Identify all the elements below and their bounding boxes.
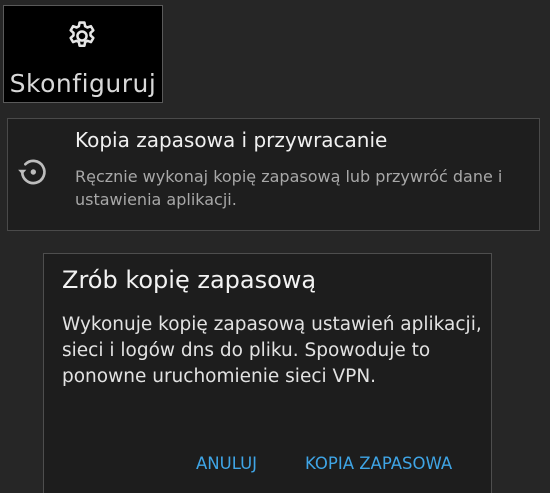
configure-label: Skonfiguruj <box>9 69 157 98</box>
cancel-button[interactable]: ANULUJ <box>196 452 257 476</box>
dialog-message: Wykonuje kopię zapasową ustawień aplikac… <box>62 314 482 387</box>
gear-icon <box>69 21 95 48</box>
preference-summary: Ręcznie wykonaj kopię zapasową lub przyw… <box>75 167 503 209</box>
backup-restore-preference[interactable]: Kopia zapasowa i przywracanie Ręcznie wy… <box>7 118 540 231</box>
restore-icon <box>18 159 46 185</box>
configure-tile[interactable]: Skonfiguruj <box>3 5 163 103</box>
backup-confirm-button[interactable]: KOPIA ZAPASOWA <box>305 452 452 476</box>
dialog-title: Zrób kopię zapasową <box>62 266 317 294</box>
backup-dialog: Zrób kopię zapasową Wykonuje kopię zapas… <box>43 253 492 493</box>
preference-title: Kopia zapasowa i przywracanie <box>75 128 388 152</box>
